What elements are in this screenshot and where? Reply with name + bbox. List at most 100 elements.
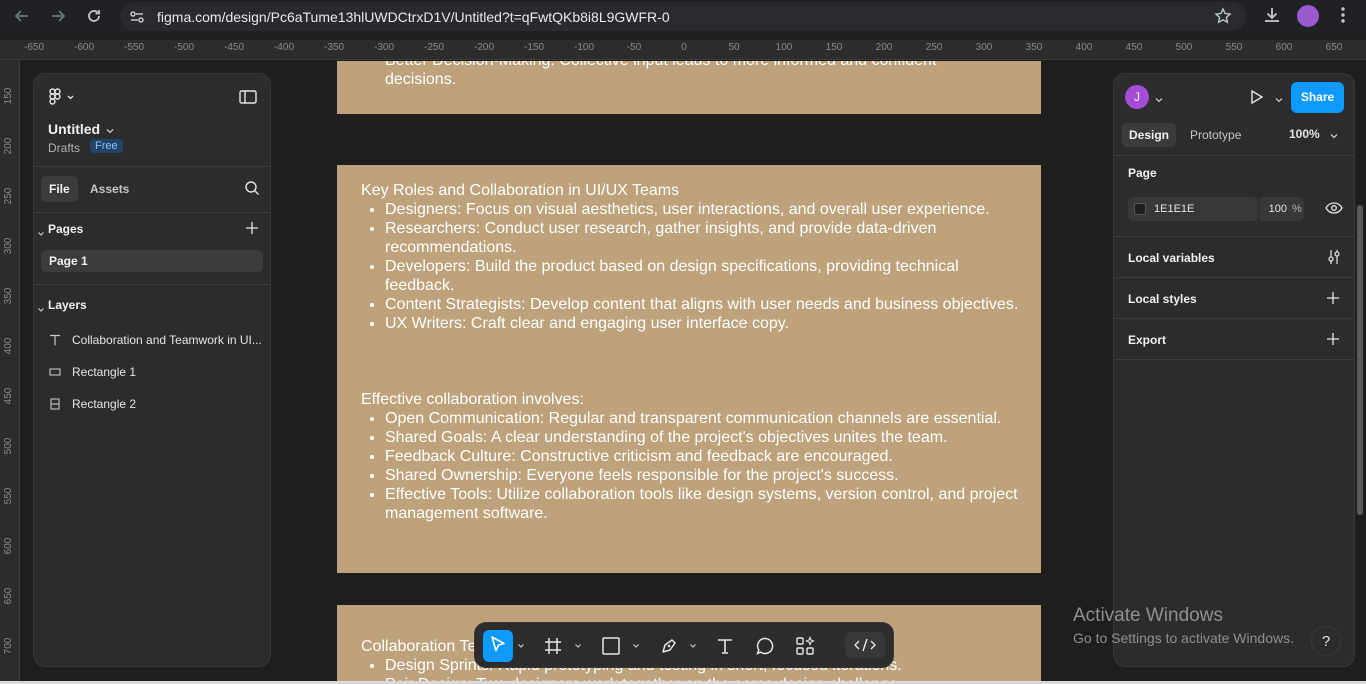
panel-scrollbar[interactable] [1357, 205, 1363, 515]
download-icon[interactable] [1262, 5, 1282, 30]
back-arrow-icon[interactable] [9, 4, 35, 28]
tab-prototype[interactable]: Prototype [1183, 123, 1248, 147]
variables-settings-icon[interactable] [1326, 249, 1342, 270]
text-tool-icon[interactable] [715, 636, 735, 668]
collapse-pages-icon[interactable] [37, 225, 45, 243]
user-avatar[interactable]: J [1125, 85, 1149, 109]
site-settings-icon[interactable] [128, 8, 146, 31]
divider [1114, 359, 1354, 360]
divider [34, 284, 270, 285]
chevron-down-icon[interactable] [1329, 128, 1339, 146]
local-styles-heading[interactable]: Local styles [1128, 292, 1197, 306]
zoom-level[interactable]: 100% [1289, 127, 1320, 141]
pages-label[interactable]: Pages [48, 222, 83, 236]
opacity-value[interactable]: 100 [1259, 203, 1287, 215]
address-bar[interactable]: figma.com/design/Pc6aTume13hlUWDCtrxD1V/… [120, 2, 1246, 31]
browser-menu-icon[interactable] [1335, 5, 1351, 30]
ruler-tick-label: 250 [925, 42, 943, 53]
reload-icon[interactable] [81, 4, 107, 28]
chevron-down-icon[interactable] [632, 642, 640, 674]
tab-file[interactable]: File [41, 176, 78, 202]
layer-item[interactable]: Collaboration and Teamwork in UI... [34, 328, 270, 352]
figma-menu-icon[interactable] [49, 88, 75, 111]
help-button[interactable]: ? [1311, 626, 1341, 656]
frame-key-roles[interactable]: Key Roles and Collaboration in UI/UX Tea… [337, 165, 1041, 573]
ruler-tick-label: -650 [23, 42, 45, 53]
ruler-tick-label: 650 [1325, 42, 1343, 53]
ruler-tick-label: 0 [681, 42, 687, 53]
collapse-layers-icon[interactable] [37, 301, 45, 319]
bullet-item: Content Strategists: Develop content tha… [385, 295, 1021, 314]
eye-visibility-icon[interactable] [1325, 201, 1343, 220]
frame-top[interactable]: Better Decision-Making: Collective input… [337, 61, 1041, 114]
chevron-down-icon[interactable] [574, 642, 582, 674]
file-location[interactable]: Drafts [48, 141, 80, 155]
ruler-tick-label: -500 [173, 42, 195, 53]
present-play-icon[interactable] [1247, 88, 1265, 111]
text-icon [49, 333, 61, 351]
export-heading[interactable]: Export [1128, 333, 1166, 347]
ruler-tick-label: -350 [323, 42, 345, 53]
pen-tool-icon[interactable] [659, 636, 679, 668]
roles-list: Designers: Focus on visual aesthetics, u… [361, 200, 1021, 333]
chevron-down-icon[interactable] [517, 642, 525, 674]
comment-tool-icon[interactable] [755, 636, 775, 668]
bullet-item: UX Writers: Craft clear and engaging use… [385, 314, 1021, 333]
page-background-color-field[interactable]: 1E1E1E [1128, 197, 1258, 221]
frame-top-line: decisions. [385, 71, 457, 88]
layer-item[interactable]: Rectangle 2 [34, 392, 270, 416]
chevron-down-icon[interactable] [689, 642, 697, 674]
search-icon[interactable] [244, 180, 260, 201]
page-opacity-field[interactable]: 100 % [1259, 197, 1304, 221]
ruler-tick-label: 300 [975, 42, 993, 53]
bullet-item: Designers: Focus on visual aesthetics, u… [385, 200, 1021, 219]
ruler-tick-label: -150 [523, 42, 545, 53]
share-button[interactable]: Share [1291, 82, 1344, 113]
practices-list: Open Communication: Regular and transpar… [361, 409, 1021, 523]
ruler-tick-label: -550 [123, 42, 145, 53]
horizontal-ruler: -650 -600 -550 -500 -450 -400 -350 -300 -250 -200… [0, 40, 1366, 60]
ruler-tick-label: 650 [3, 587, 14, 605]
layer-item[interactable]: Rectangle 1 [34, 360, 270, 384]
forward-arrow-icon[interactable] [45, 4, 71, 28]
layers-label[interactable]: Layers [48, 298, 87, 312]
ruler-tick-label: 50 [728, 42, 740, 53]
dev-mode-toggle[interactable] [845, 632, 885, 658]
vertical-ruler: 150 200 250 300 350 400 450 500 550 600 650 700 [0, 60, 20, 684]
url-text[interactable]: figma.com/design/Pc6aTume13hlUWDCtrxD1V/… [157, 9, 670, 25]
file-title[interactable]: Untitled [48, 121, 100, 137]
ruler-tick-label: -400 [273, 42, 295, 53]
layer-label: Rectangle 2 [72, 397, 137, 411]
chevron-down-icon[interactable] [1274, 92, 1284, 110]
divider [1114, 155, 1354, 156]
color-hex[interactable]: 1E1E1E [1154, 203, 1194, 215]
plan-badge: Free [90, 139, 123, 153]
divider [1114, 277, 1354, 278]
divider [34, 166, 270, 167]
ruler-tick-label: 100 [775, 42, 793, 53]
page-heading: Page [1128, 166, 1157, 180]
add-export-icon[interactable] [1326, 332, 1340, 351]
page-item[interactable]: Page 1 [41, 250, 263, 272]
frame-heading-roles: Key Roles and Collaboration in UI/UX Tea… [361, 182, 680, 199]
tab-assets[interactable]: Assets [82, 176, 137, 202]
frame-tool-icon[interactable] [543, 636, 563, 668]
color-swatch[interactable] [1134, 203, 1146, 215]
ruler-tick-label: 350 [1025, 42, 1043, 53]
actions-tool-icon[interactable] [795, 636, 815, 668]
browser-profile-avatar[interactable] [1297, 5, 1319, 27]
add-page-icon[interactable] [245, 221, 259, 240]
bullet-item: Feedback Culture: Constructive criticism… [385, 447, 1021, 466]
tab-design[interactable]: Design [1122, 123, 1177, 147]
ruler-tick-label: -250 [423, 42, 445, 53]
rectangle-tool-icon[interactable] [601, 636, 621, 668]
local-variables-heading[interactable]: Local variables [1128, 251, 1215, 265]
move-tool-button[interactable] [483, 630, 513, 662]
layer-label: Rectangle 1 [72, 365, 137, 379]
bullet-item: Researchers: Conduct user research, gath… [385, 219, 1021, 257]
chevron-down-icon[interactable] [1154, 92, 1164, 110]
bookmark-star-icon[interactable] [1214, 7, 1232, 30]
toggle-sidebar-icon[interactable] [239, 89, 257, 110]
ruler-tick-label: 500 [1175, 42, 1193, 53]
add-style-icon[interactable] [1326, 291, 1340, 310]
